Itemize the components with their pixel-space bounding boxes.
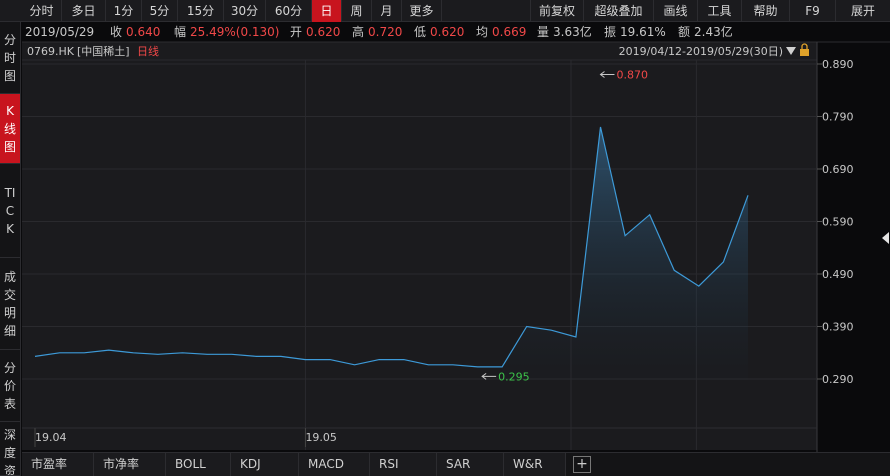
plot-background: [22, 42, 817, 450]
indicator-tab-pb[interactable]: 市净率: [94, 453, 166, 476]
date-range: 2019/04/12-2019/05/29(30日): [619, 45, 783, 58]
y-tick-label: 0.790: [822, 111, 854, 124]
y-tick-label: 0.590: [822, 216, 854, 229]
add-indicator-button[interactable]: +: [573, 456, 591, 473]
kline-chart[interactable]: 0.890 0.790 0.690 0.590 0.490 0.390 0.290 19.0…: [0, 0, 890, 476]
indicator-tab-rsi[interactable]: RSI: [370, 453, 437, 476]
x-tick-label: 19.05: [305, 431, 337, 444]
indicator-tab-wr[interactable]: W&R: [504, 453, 566, 476]
indicator-tab-kdj[interactable]: KDJ: [231, 453, 299, 476]
collapse-panel-icon[interactable]: [882, 232, 889, 244]
y-tick-label: 0.890: [822, 58, 854, 71]
x-tick-label: 19.04: [35, 431, 67, 444]
marker-label: 0.870: [616, 69, 648, 82]
marker-label: 0.295: [498, 370, 530, 383]
y-tick-label: 0.490: [822, 268, 854, 281]
indicator-tabs: 市盈率 市净率 BOLL KDJ MACD RSI SAR W&R +: [22, 452, 890, 476]
indicator-tab-macd[interactable]: MACD: [299, 453, 370, 476]
stock-name: [中国稀土]: [77, 45, 130, 58]
stock-code: 0769.HK: [27, 45, 75, 58]
indicator-tab-pe[interactable]: 市盈率: [22, 453, 94, 476]
indicator-tab-sar[interactable]: SAR: [437, 453, 504, 476]
indicator-tab-boll[interactable]: BOLL: [166, 453, 231, 476]
y-tick-label: 0.690: [822, 163, 854, 176]
y-axis: 0.890 0.790 0.690 0.590 0.490 0.390 0.290: [817, 58, 854, 386]
y-tick-label: 0.390: [822, 321, 854, 334]
period-label: 日线: [137, 44, 159, 58]
y-tick-label: 0.290: [822, 373, 854, 386]
